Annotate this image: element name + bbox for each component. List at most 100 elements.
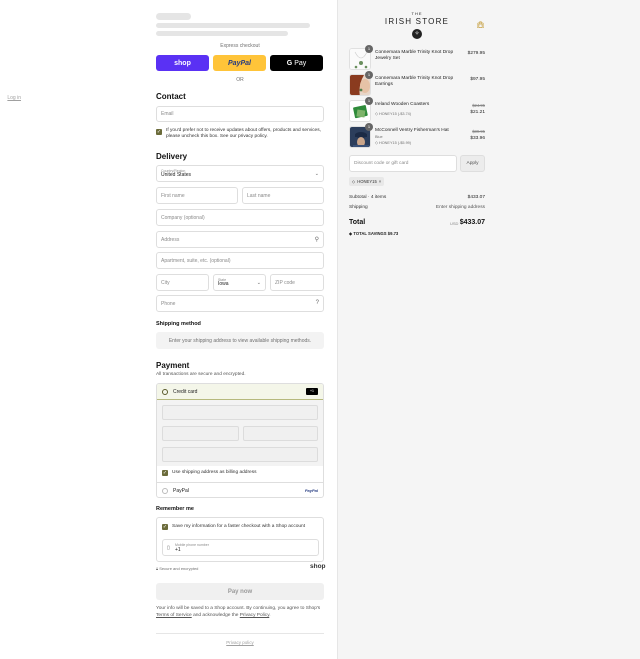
discounted-price: $33.96 xyxy=(470,136,485,141)
save-info-label: Save my information for a faster checkou… xyxy=(172,523,306,529)
legal-text: Your info will be saved to a Shop accoun… xyxy=(156,605,324,619)
credit-card-label: Credit card xyxy=(173,388,198,395)
legal-text-part: and acknowledge the xyxy=(193,613,239,618)
phone-field[interactable]: Phone ? xyxy=(156,295,324,312)
close-icon[interactable]: × xyxy=(379,179,381,184)
terms-link[interactable]: Terms of Service xyxy=(156,613,192,618)
paypal-label: PayPal xyxy=(173,487,189,494)
apply-discount-button[interactable]: Apply xyxy=(460,155,485,172)
apartment-field[interactable]: Apartment, suite, etc. (optional) xyxy=(156,252,324,269)
discounted-price: $21.21 xyxy=(470,110,485,115)
checkbox-icon[interactable]: ✓ xyxy=(162,469,168,476)
paypal-express-button[interactable]: PayPal xyxy=(213,55,266,71)
checkbox-icon[interactable]: ✓ xyxy=(156,128,162,135)
shop-logo: shop xyxy=(310,563,326,570)
product-name: Connemara Marble Trinity Knot Drop Earri… xyxy=(375,76,454,87)
product-name: Ireland Wooden Coasters xyxy=(375,102,430,107)
item-discount-code: HONEY15 (-$3.74) xyxy=(378,112,412,116)
brand-name[interactable]: IRISH STORE xyxy=(377,17,457,26)
mobile-phone-field[interactable]: ▯ Mobile phone number +1 xyxy=(162,539,319,556)
country-select[interactable]: Country/Region United States ⌄ xyxy=(156,165,324,182)
paypal-option[interactable]: PayPal PayPal xyxy=(157,482,323,497)
security-code-field[interactable] xyxy=(243,426,318,441)
last-name-field[interactable]: Last name xyxy=(242,187,324,204)
legal-text-end: . xyxy=(269,613,271,618)
privacy-policy-link[interactable]: Privacy Policy xyxy=(240,613,270,618)
product-price: $97.95 xyxy=(470,77,485,82)
remember-me-heading: Remember me xyxy=(156,506,194,512)
savings-value: $9.73 xyxy=(387,231,399,236)
radio-selected-icon[interactable] xyxy=(162,388,168,395)
skeleton-breadcrumb xyxy=(156,31,288,36)
radio-unselected-icon[interactable] xyxy=(162,487,168,494)
savings-label: TOTAL SAVINGS xyxy=(353,231,387,236)
shipping-value: Enter shipping address xyxy=(435,205,485,210)
item-discount: ◇ HONEY15 (-$5.99) xyxy=(375,140,411,145)
secure-note: 🔒︎ Secure and encrypted xyxy=(156,566,198,571)
address-field[interactable]: Address ⚲ xyxy=(156,231,324,248)
help-icon[interactable]: ? xyxy=(316,300,319,306)
discount-chip-code: HONEY15 xyxy=(357,179,377,184)
discount-code-input[interactable]: Discount code or gift card xyxy=(349,155,457,172)
legal-text-part: Your info will be saved to a Shop accoun… xyxy=(156,606,321,611)
billing-label: Use shipping address as billing address xyxy=(172,469,257,475)
original-price: $39.95 xyxy=(472,129,485,134)
first-name-field[interactable]: First name xyxy=(156,187,238,204)
email-field[interactable]: Email xyxy=(156,106,324,122)
contact-heading: Contact xyxy=(156,92,186,101)
phone-placeholder: Phone xyxy=(161,300,176,307)
pay-now-button[interactable]: Pay now xyxy=(156,583,324,600)
quantity-badge: 1 xyxy=(365,45,373,53)
city-field[interactable]: City xyxy=(156,274,209,291)
payment-heading: Payment xyxy=(156,361,190,370)
product-name: Connemara Marble Trinity Knot Drop Jewel… xyxy=(375,50,454,61)
marketing-optout-row[interactable]: ✓ If you'd prefer not to receive updates… xyxy=(156,128,324,140)
brand-emblem-icon: ✧ xyxy=(412,29,422,39)
product-name: McConnell Ventry Fisherman's Hat xyxy=(375,128,449,133)
shipping-row: Shipping Enter shipping address xyxy=(349,205,485,210)
tag-icon: ◇ xyxy=(375,112,378,116)
country-value: United States xyxy=(161,172,192,178)
checkbox-icon[interactable]: ✓ xyxy=(162,523,168,530)
state-select[interactable]: State Iowa ⌄ xyxy=(213,274,266,291)
shop-pay-button[interactable]: shop xyxy=(156,55,209,71)
checkout-form-panel: Express checkout shop PayPal G Pay OR Co… xyxy=(0,0,337,659)
product-price: $279.95 xyxy=(467,51,485,56)
marketing-optout-text: If you'd prefer not to receive updates a… xyxy=(166,128,321,139)
secure-label: Secure and encrypted xyxy=(159,566,199,571)
paypal-logo-icon: PayPal xyxy=(304,488,318,493)
login-link[interactable]: Log in xyxy=(7,95,21,101)
applied-discount-chip: ◇ HONEY15 × xyxy=(349,177,385,186)
subtotal-row: Subtotal · 4 items $433.07 xyxy=(349,195,485,200)
save-info-row[interactable]: ✓ Save my information for a faster check… xyxy=(162,523,305,530)
total-label: Total xyxy=(349,219,366,226)
original-price: $24.95 xyxy=(472,103,485,108)
expiration-field[interactable] xyxy=(162,426,239,441)
subtotal-label: Subtotal · 4 items xyxy=(349,195,387,200)
card-brands-badge: +1 xyxy=(306,388,318,395)
footer-privacy-link[interactable]: Privacy policy xyxy=(156,640,324,645)
tag-icon: ◇ xyxy=(375,141,378,145)
zip-field[interactable]: ZIP code xyxy=(270,274,324,291)
name-on-card-field[interactable] xyxy=(162,447,318,462)
total-savings: ◆ TOTAL SAVINGS $9.73 xyxy=(349,231,398,236)
line-item: 1 McConnell Ventry Fisherman's Hat Blue … xyxy=(349,123,485,150)
or-divider: OR xyxy=(236,77,244,83)
card-number-field[interactable] xyxy=(162,405,318,420)
address-placeholder: Address xyxy=(161,236,180,243)
mobile-phone-value: +1 xyxy=(175,546,181,553)
credit-card-option[interactable]: Credit card +1 xyxy=(157,384,323,400)
chevron-down-icon: ⌄ xyxy=(314,171,319,177)
remember-me-box: ✓ Save my information for a faster check… xyxy=(156,517,324,562)
brand-the: THE xyxy=(411,11,423,16)
total-currency: USD xyxy=(450,221,459,226)
google-pay-label: Pay xyxy=(294,59,307,67)
company-field[interactable]: Company (optional) xyxy=(156,209,324,226)
quantity-badge: 1 xyxy=(365,71,373,79)
quantity-badge: 1 xyxy=(365,123,373,131)
google-pay-button[interactable]: G Pay xyxy=(270,55,323,71)
item-discount: ◇ HONEY15 (-$3.74) xyxy=(375,111,411,116)
shopping-bag-icon[interactable]: 👜︎ xyxy=(476,21,485,29)
chevron-down-icon: ⌄ xyxy=(256,280,261,286)
billing-address-row[interactable]: ✓ Use shipping address as billing addres… xyxy=(162,469,257,476)
